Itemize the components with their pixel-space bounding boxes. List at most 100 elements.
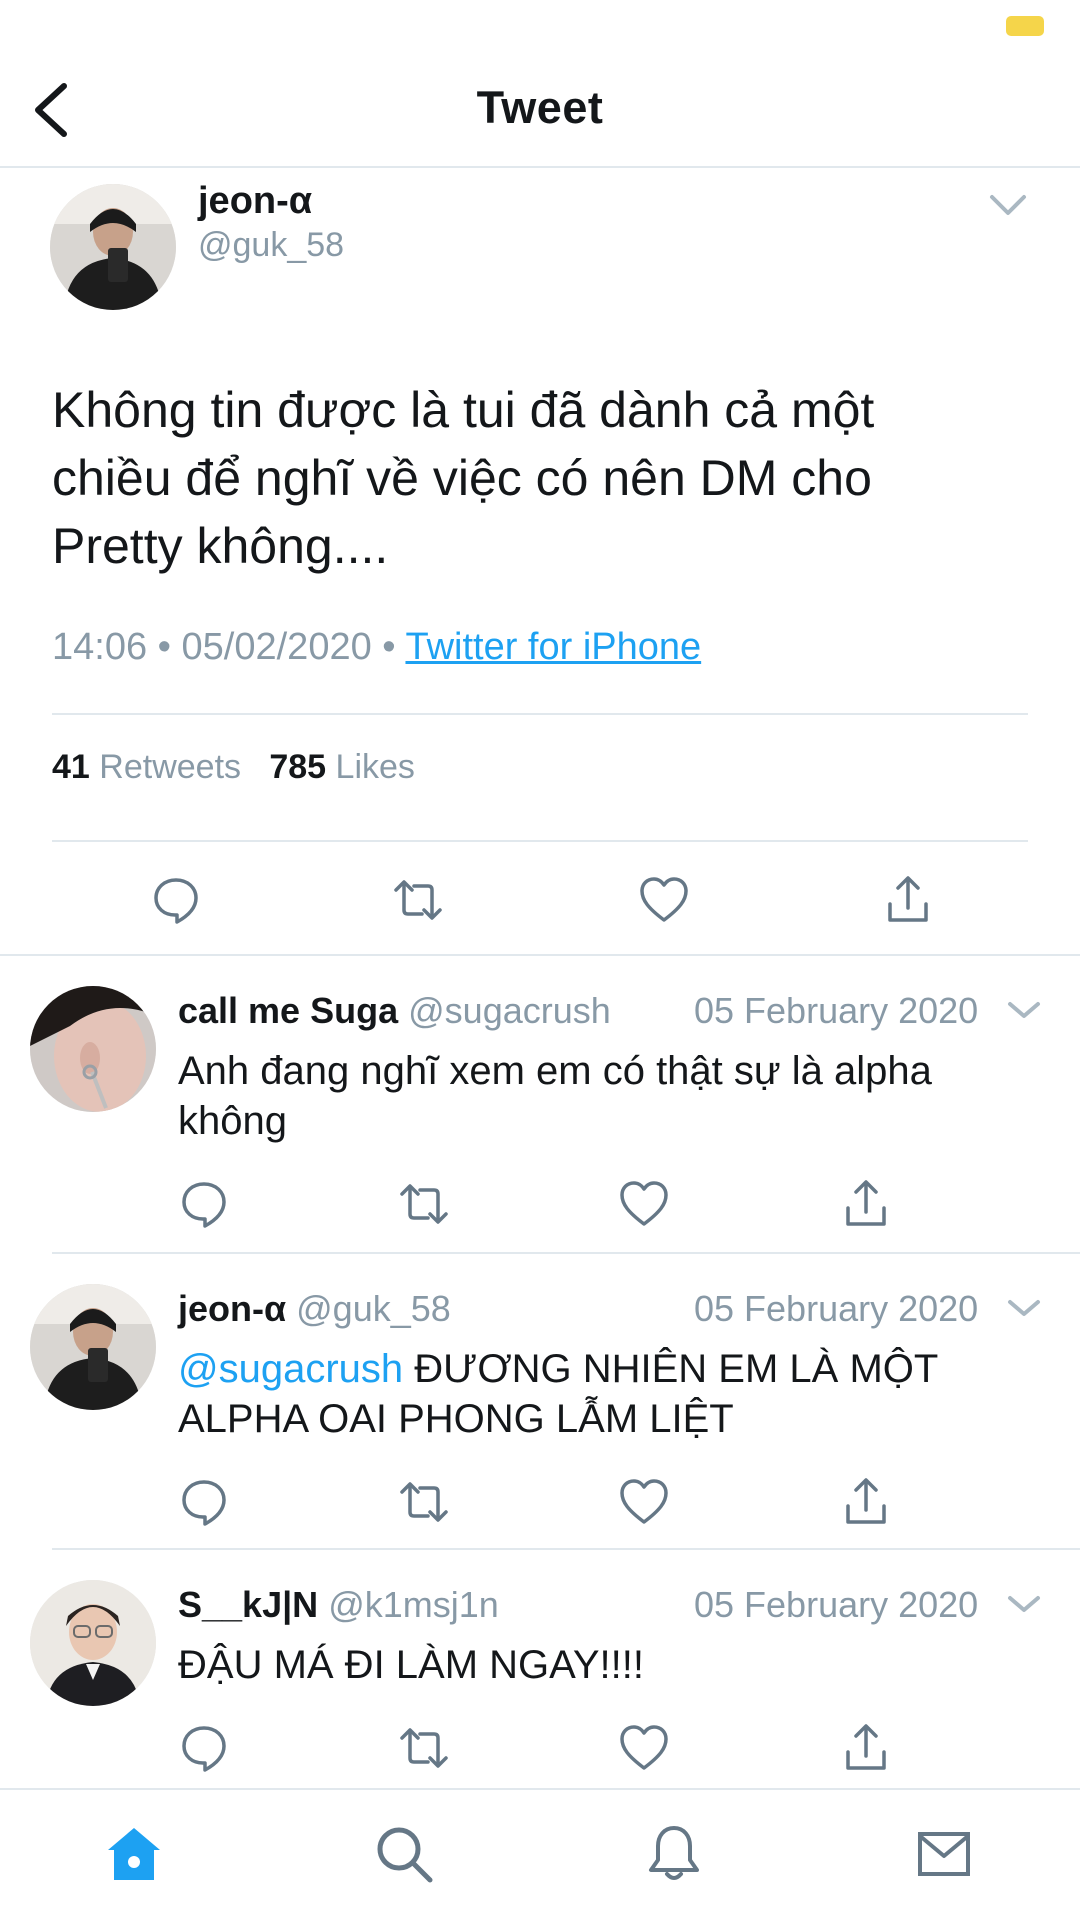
more-options-button[interactable] bbox=[988, 193, 1028, 217]
retweet-icon bbox=[400, 1728, 448, 1768]
share-icon bbox=[846, 1180, 886, 1226]
reply-divider bbox=[52, 1548, 1080, 1550]
bell-icon bbox=[649, 1826, 699, 1880]
header-divider bbox=[0, 166, 1080, 168]
reply-text: @sugacrush ĐƯƠNG NHIÊN EM LÀ MỘT ALPHA O… bbox=[178, 1344, 1058, 1444]
heart-icon bbox=[620, 1479, 668, 1524]
retweets-label: Retweets bbox=[99, 748, 242, 786]
speech-bubble-icon bbox=[154, 878, 198, 924]
page-title: Tweet bbox=[476, 82, 604, 133]
tweet-text-line: chiều để nghĩ về việc có nên DM cho bbox=[52, 450, 872, 506]
chevron-down-icon bbox=[1008, 1002, 1040, 1018]
reply-text-line: ĐẬU MÁ ĐI LÀM NGAY!!!! bbox=[178, 1643, 644, 1687]
reply-text: Anh đang nghĩ xem em có thật sự là alpha… bbox=[178, 1046, 1048, 1146]
reply-text: ĐẬU MÁ ĐI LÀM NGAY!!!! bbox=[178, 1640, 1058, 1690]
meta-separator: • bbox=[382, 626, 396, 668]
like-button[interactable] bbox=[638, 874, 690, 926]
avatar-image bbox=[30, 1284, 156, 1410]
share-button[interactable] bbox=[840, 1722, 892, 1774]
reply-button[interactable] bbox=[178, 1178, 230, 1230]
nav-messages[interactable] bbox=[912, 1822, 976, 1886]
speech-bubble-icon bbox=[182, 1182, 226, 1228]
search-icon bbox=[377, 1827, 433, 1883]
more-options-button[interactable] bbox=[1004, 1592, 1044, 1616]
retweet-button[interactable] bbox=[398, 1722, 450, 1774]
bottom-nav bbox=[0, 1788, 1080, 1922]
avatar[interactable] bbox=[50, 184, 176, 310]
likes-stat[interactable]: 785 Likes bbox=[269, 748, 415, 786]
heart-icon bbox=[620, 1181, 668, 1226]
tweet-time: 14:06 bbox=[52, 626, 148, 668]
retweet-icon bbox=[400, 1482, 448, 1522]
avatar[interactable] bbox=[30, 986, 156, 1112]
reply-text-line: ALPHA OAI PHONG LẪM LIỆT bbox=[178, 1397, 734, 1441]
tweet-source-link[interactable]: Twitter for iPhone bbox=[405, 626, 701, 668]
stats-divider bbox=[52, 840, 1028, 842]
avatar[interactable] bbox=[30, 1284, 156, 1410]
reply-author-name[interactable]: call me Suga bbox=[178, 990, 398, 1031]
retweet-button[interactable] bbox=[398, 1178, 450, 1230]
tweet-date: 05/02/2020 bbox=[181, 626, 372, 668]
like-button[interactable] bbox=[618, 1722, 670, 1774]
battery-indicator bbox=[1006, 16, 1044, 36]
nav-home[interactable] bbox=[102, 1822, 166, 1886]
reply-author-handle[interactable]: @sugacrush bbox=[408, 990, 611, 1031]
chevron-down-icon bbox=[1008, 1596, 1040, 1612]
share-icon bbox=[888, 876, 928, 922]
chevron-down-icon bbox=[1008, 1300, 1040, 1316]
nav-search[interactable] bbox=[372, 1822, 436, 1886]
reply-date: 05 February 2020 bbox=[694, 990, 979, 1031]
retweet-button[interactable] bbox=[398, 1476, 450, 1528]
share-button[interactable] bbox=[882, 874, 934, 926]
reply-date: 05 February 2020 bbox=[694, 1584, 979, 1625]
share-icon bbox=[846, 1724, 886, 1770]
meta-divider bbox=[52, 713, 1028, 715]
home-icon bbox=[108, 1828, 160, 1880]
reply-author-name[interactable]: S__kJ|N bbox=[178, 1584, 318, 1625]
likes-count: 785 bbox=[269, 748, 327, 786]
retweet-button[interactable] bbox=[392, 874, 444, 926]
more-options-button[interactable] bbox=[1004, 1296, 1044, 1320]
reply-header: jeon-α @guk_58 bbox=[178, 1288, 451, 1330]
mention-link[interactable]: @sugacrush bbox=[178, 1347, 403, 1391]
avatar[interactable] bbox=[30, 1580, 156, 1706]
tweet-divider bbox=[0, 954, 1080, 956]
reply-author-name[interactable]: jeon-α bbox=[178, 1288, 286, 1329]
more-options-button[interactable] bbox=[1004, 998, 1044, 1022]
nav-notifications[interactable] bbox=[642, 1822, 706, 1886]
likes-label: Likes bbox=[335, 748, 415, 786]
speech-bubble-icon bbox=[182, 1726, 226, 1772]
chevron-down-icon bbox=[990, 195, 1026, 215]
reply-author-handle[interactable]: @guk_58 bbox=[296, 1288, 451, 1329]
speech-bubble-icon bbox=[182, 1480, 226, 1526]
reply-button[interactable] bbox=[178, 1722, 230, 1774]
retweets-stat[interactable]: 41 Retweets bbox=[52, 748, 241, 786]
reply-author-handle[interactable]: @k1msj1n bbox=[328, 1584, 499, 1625]
reply-button[interactable] bbox=[178, 1476, 230, 1528]
tweet-text-line: Không tin được là tui đã dành cả một bbox=[52, 382, 875, 438]
heart-icon bbox=[620, 1725, 668, 1770]
reply-button[interactable] bbox=[150, 874, 202, 926]
reply-divider bbox=[52, 1252, 1080, 1254]
like-button[interactable] bbox=[618, 1178, 670, 1230]
reply-text-line: Anh đang nghĩ xem em có thật sự là alpha bbox=[178, 1049, 932, 1093]
avatar-image bbox=[50, 184, 176, 310]
like-button[interactable] bbox=[618, 1476, 670, 1528]
meta-separator: • bbox=[157, 626, 171, 668]
author-handle[interactable]: @guk_58 bbox=[198, 226, 344, 265]
reply-text-line: @sugacrush ĐƯƠNG NHIÊN EM LÀ MỘT bbox=[178, 1344, 1058, 1394]
share-button[interactable] bbox=[840, 1476, 892, 1528]
retweet-icon bbox=[400, 1184, 448, 1224]
avatar-image bbox=[30, 1580, 156, 1706]
tweet-stats: 41 Retweets 785 Likes bbox=[52, 748, 415, 787]
avatar-image bbox=[30, 986, 156, 1112]
retweet-icon bbox=[394, 880, 442, 920]
tweet-meta: 14:06 • 05/02/2020 • Twitter for iPhone bbox=[52, 626, 701, 669]
share-button[interactable] bbox=[840, 1178, 892, 1230]
reply-header: S__kJ|N @k1msj1n bbox=[178, 1584, 499, 1626]
reply-header: call me Suga @sugacrush bbox=[178, 990, 611, 1032]
reply-text-line: không bbox=[178, 1099, 287, 1143]
reply-date: 05 February 2020 bbox=[694, 1288, 979, 1329]
mail-icon bbox=[918, 1832, 970, 1876]
author-name[interactable]: jeon-α bbox=[198, 180, 312, 223]
